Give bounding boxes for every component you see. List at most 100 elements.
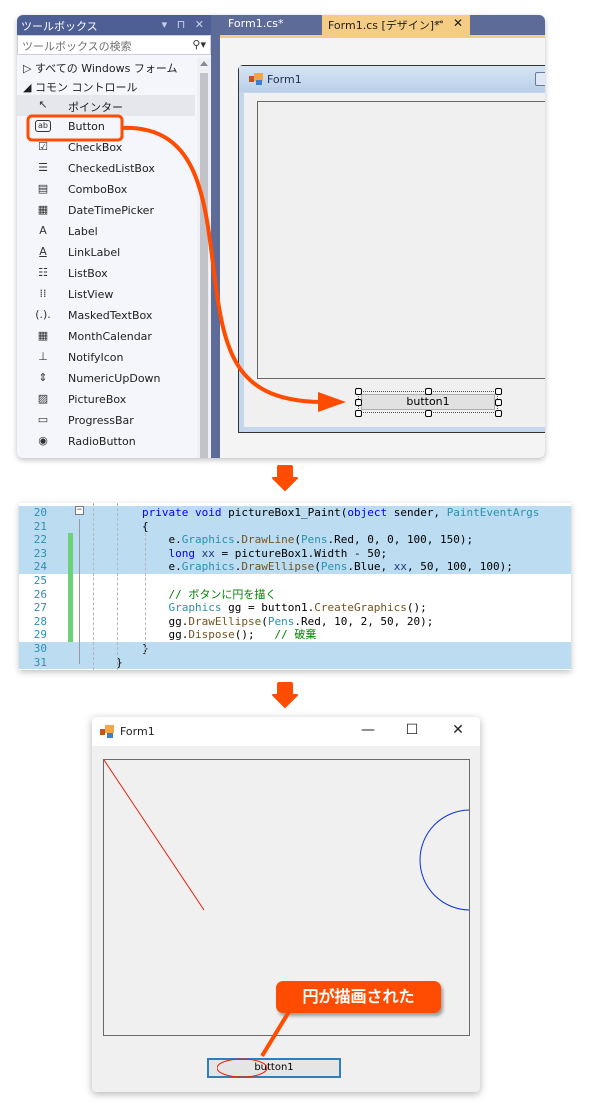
scroll-up-arrow-icon[interactable] (200, 61, 208, 66)
drawn-red-ellipse-on-button (217, 1058, 268, 1078)
toolbox-category-all-windows-forms[interactable]: ▷ すべての Windows フォーム (17, 57, 195, 76)
toolbox-item-listbox[interactable]: ☷ ListBox (17, 263, 195, 284)
toolbox-category-common-controls[interactable]: ◢ コモン コントロール (17, 76, 195, 95)
code-line[interactable]: 20 private void pictureBox1_Paint(object … (19, 506, 571, 520)
change-marker (68, 628, 73, 642)
code-line[interactable]: 21 { (19, 519, 571, 534)
code-text: // ボタンに円を描く (168, 587, 277, 601)
toolbox-item--[interactable]: ↖ ポインター (17, 95, 195, 116)
code-line[interactable]: 27 Graphics gg = button1.CreateGraphics(… (19, 601, 571, 615)
form-icon (100, 725, 114, 738)
toolbox-item-progressbar[interactable]: ▭ ProgressBar (17, 410, 195, 431)
line-number: 31 (33, 655, 47, 669)
code-line[interactable]: 26 // ボタンに円を描く (19, 587, 571, 602)
toolbox-search-input[interactable]: ツールボックスの検索 ⚲▾ (17, 35, 211, 55)
tab-form1-cs[interactable]: Form1.cs* (224, 16, 322, 34)
code-line[interactable]: 31} (19, 655, 571, 670)
code-text: { (142, 519, 149, 533)
progressbar-icon: ▭ (37, 413, 49, 426)
resize-handle[interactable] (495, 399, 502, 406)
toolbox-item-linklabel[interactable]: A LinkLabel (17, 242, 195, 263)
toolbox-item-radiobutton[interactable]: ◉ RadioButton (17, 431, 195, 452)
code-line[interactable]: 22 e.Graphics.DrawLine(Pens.Red, 0, 0, 1… (19, 533, 571, 547)
code-editor[interactable]: 20 private void pictureBox1_Paint(object … (19, 503, 571, 670)
visual-studio-window: ツールボックス ▾ ⊓ ✕ ツールボックスの検索 ⚲▾ ▷ すべての Windo… (17, 15, 545, 458)
toolbox-item-numericupdown[interactable]: ⇕ NumericUpDown (17, 368, 195, 389)
toolbox-search-placeholder: ツールボックスの検索 (22, 40, 132, 53)
toolbox-panel: ツールボックス ▾ ⊓ ✕ ツールボックスの検索 ⚲▾ ▷ すべての Windo… (17, 15, 211, 458)
toolbox-item-button[interactable]: ab Button (17, 116, 195, 137)
designer-form-minimize-button (535, 72, 545, 86)
toolbox-scrollbar[interactable] (197, 57, 211, 458)
resize-handle[interactable] (425, 388, 432, 395)
design-surface: Form1 button1 (220, 38, 545, 458)
runtime-button1[interactable]: button1 (207, 1058, 341, 1078)
line-number: 27 (33, 601, 47, 615)
line-number: 26 (33, 587, 47, 601)
toolbox-item-checkbox[interactable]: ☑ CheckBox (17, 137, 195, 158)
toolbox-item-monthcalendar[interactable]: ▦ MonthCalendar (17, 326, 195, 347)
search-icon[interactable]: ⚲▾ (192, 38, 206, 51)
indent-guide (117, 503, 118, 670)
code-text: long xx = pictureBox1.Width - 50; (168, 546, 388, 560)
code-text: e.Graphics.DrawEllipse(Pens.Blue, xx, 50… (142, 560, 513, 574)
toolbox-title: ツールボックス (21, 20, 98, 33)
collapse-icon[interactable]: − (75, 506, 84, 515)
close-button[interactable]: ✕ (438, 722, 478, 742)
designer-form[interactable]: Form1 button1 (238, 65, 545, 433)
code-line[interactable]: 28 gg.DrawEllipse(Pens.Red, 10, 2, 50, 2… (19, 614, 571, 629)
toolbox-item-combobox[interactable]: ▤ ComboBox (17, 179, 195, 200)
code-line[interactable]: 30} (19, 642, 571, 656)
down-arrow-icon (272, 682, 298, 708)
scrollbar-thumb[interactable] (200, 73, 208, 458)
minimize-button[interactable]: — (348, 722, 388, 742)
resize-handle[interactable] (425, 410, 432, 417)
designer-button1[interactable]: button1 (361, 394, 495, 410)
toolbox-item-listview[interactable]: ⁞⁞ ListView (17, 284, 195, 305)
runtime-form-window: Form1 — ☐ ✕ button1 (92, 717, 480, 1092)
runtime-form-title-bar[interactable]: Form1 — ☐ ✕ (92, 717, 480, 746)
code-line[interactable]: 25 (19, 574, 571, 588)
pin-icon[interactable]: ⊸ (435, 17, 443, 28)
resize-handle[interactable] (355, 399, 362, 406)
code-line[interactable]: 23 long xx = pictureBox1.Width - 50; (19, 546, 571, 561)
code-text: Graphics gg = button1.CreateGraphics(); (168, 601, 427, 615)
tab-form1-design[interactable]: Form1.cs [デザイン]* ⊸ ✕ (322, 15, 470, 35)
toolbox-item-label: LinkLabel (68, 246, 121, 259)
resize-handle[interactable] (355, 388, 362, 395)
line-number: 29 (33, 628, 47, 642)
code-line[interactable]: 24 e.Graphics.DrawEllipse(Pens.Blue, xx,… (19, 560, 571, 574)
toolbox-item-label: NotifyIcon (68, 351, 124, 364)
toolbox-item-label: PictureBox (68, 393, 127, 406)
toolbox-title-bar: ツールボックス ▾ ⊓ ✕ (17, 15, 211, 35)
toolbox-item-label: CheckedListBox (68, 162, 155, 175)
resize-handle[interactable] (355, 410, 362, 417)
toolbox-item-label: ListBox (68, 267, 108, 280)
toolbox-item-maskedtextbox[interactable]: (.). MaskedTextBox (17, 305, 195, 326)
toolbox-item-notifyicon[interactable]: ⊥ NotifyIcon (17, 347, 195, 368)
toolbox-item-label: RadioButton (68, 435, 136, 448)
callout-circle-drawn: 円が描画された (276, 981, 441, 1013)
designer-picturebox[interactable] (257, 101, 545, 379)
datetime-picker-icon: ▦ (37, 203, 49, 216)
toolbox-list: ▷ すべての Windows フォーム ◢ コモン コントロール ↖ ポインター a… (17, 57, 195, 458)
label-icon: A (39, 224, 47, 237)
code-line[interactable]: 29 gg.Dispose(); // 破棄 (19, 628, 571, 642)
designer-area: Form1.cs* Form1.cs [デザイン]* ⊸ ✕ Form1 but… (220, 15, 545, 458)
toolbox-window-buttons[interactable]: ▾ ⊓ ✕ (162, 18, 207, 31)
designer-button-selection[interactable]: button1 (355, 388, 502, 417)
toolbox-item-picturebox[interactable]: ▨ PictureBox (17, 389, 195, 410)
toolbox-item-datetimepicker[interactable]: ▦ DateTimePicker (17, 200, 195, 221)
toolbox-item-checkedlistbox[interactable]: ☰ CheckedListBox (17, 158, 195, 179)
toolbox-item-label: NumericUpDown (68, 372, 161, 385)
maximize-button[interactable]: ☐ (392, 722, 432, 742)
numeric-updown-icon: ⇕ (38, 371, 48, 384)
toolbox-item-label[interactable]: A Label (17, 221, 195, 242)
resize-handle[interactable] (495, 410, 502, 417)
designer-form-title: Form1 (267, 73, 302, 86)
indent-guide (93, 503, 94, 670)
indent-guide (145, 533, 146, 655)
panel-splitter[interactable] (211, 15, 220, 458)
close-icon[interactable]: ✕ (453, 16, 463, 30)
resize-handle[interactable] (495, 388, 502, 395)
